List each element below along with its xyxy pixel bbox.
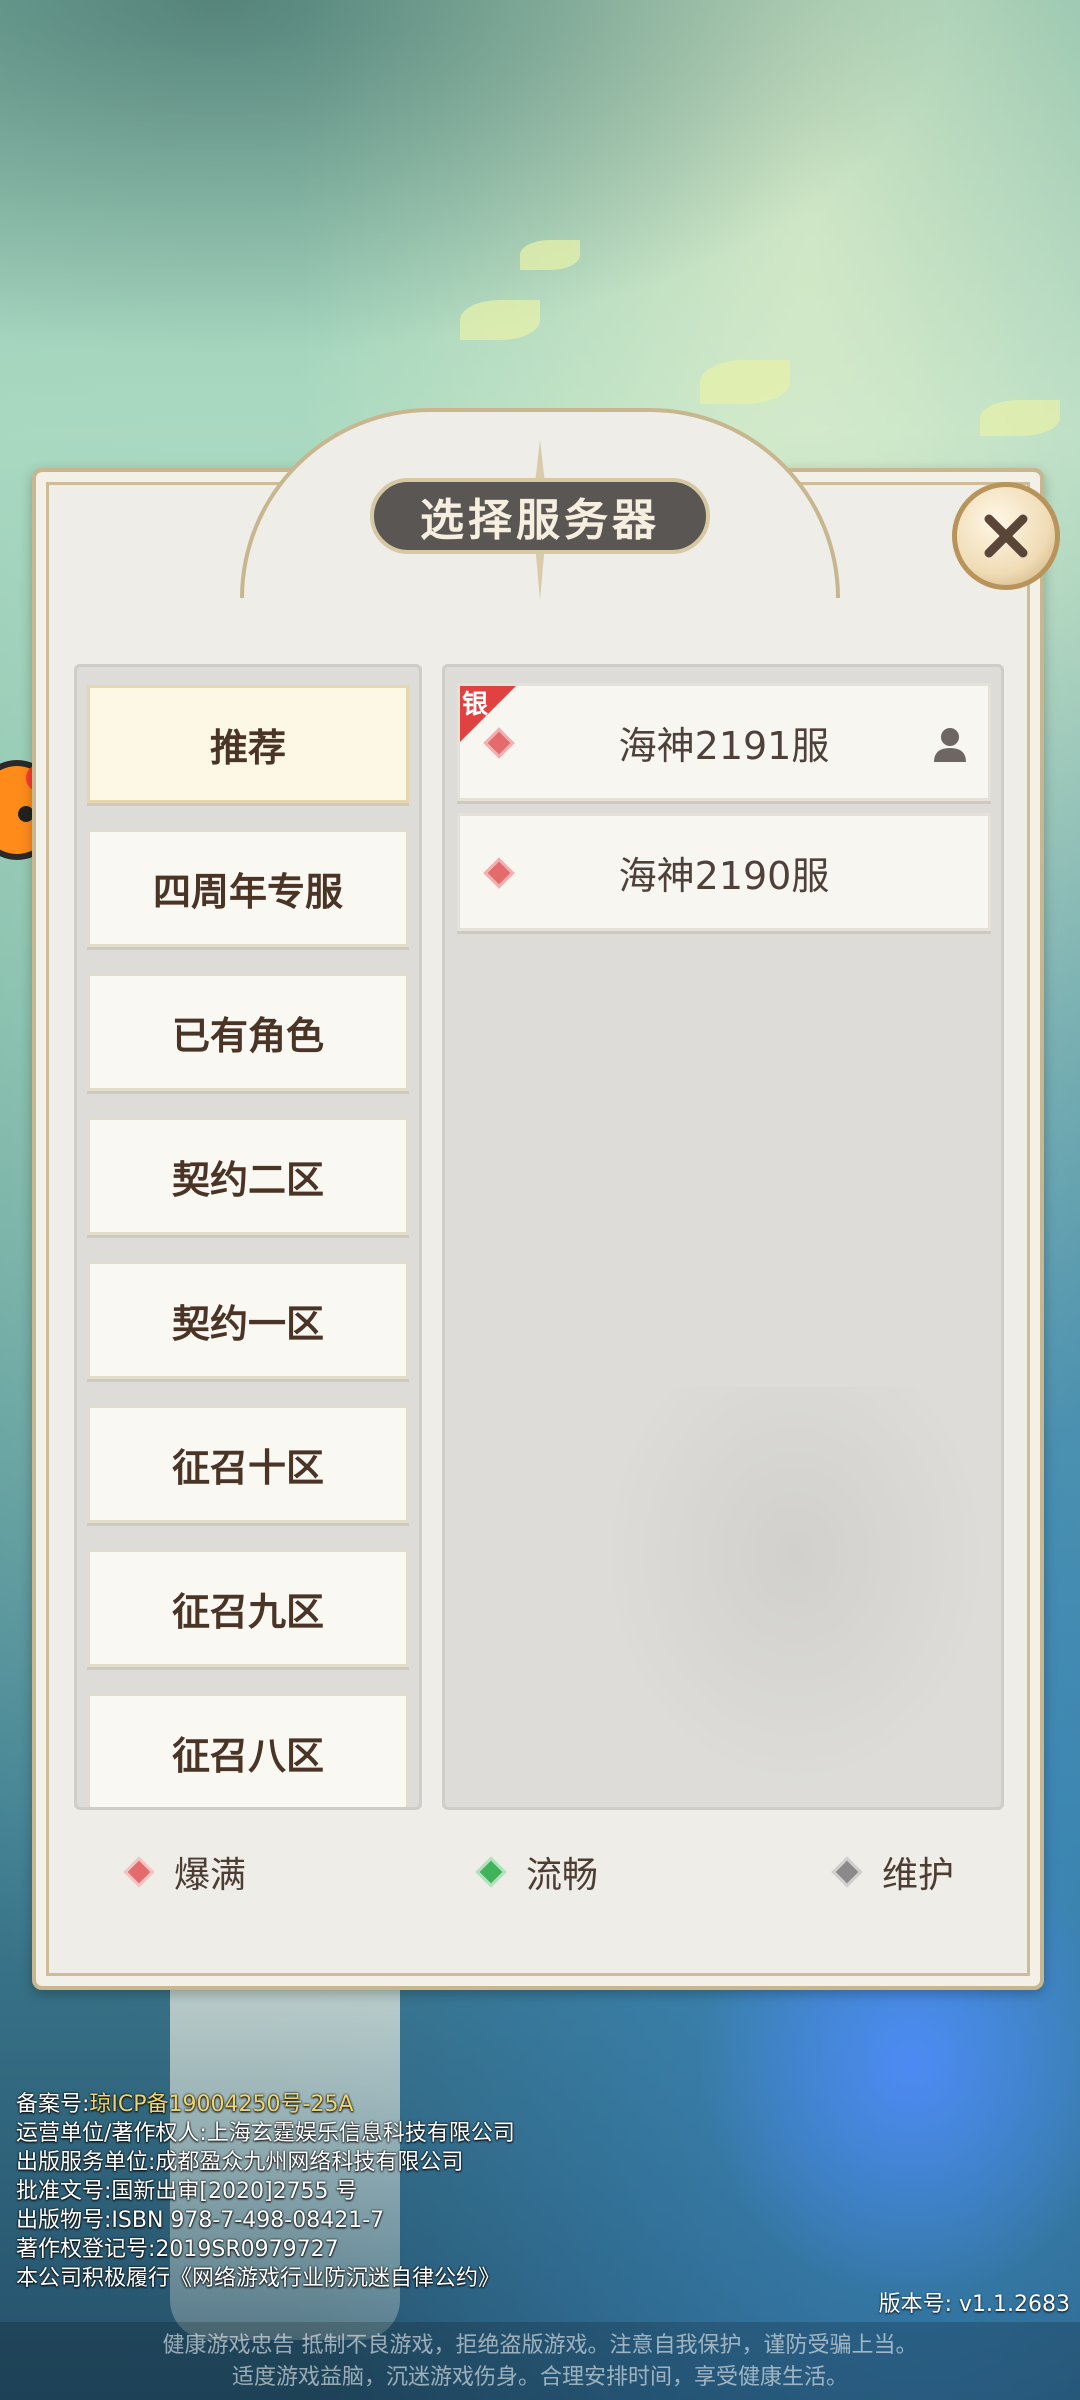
legend-smooth: 流畅 <box>475 1846 599 1898</box>
full-diamond-icon <box>123 1856 155 1888</box>
legend-smooth-label: 流畅 <box>526 1855 599 1896</box>
close-icon <box>984 514 1028 558</box>
silver-tag-label: 银 <box>462 690 489 720</box>
legend-full: 爆满 <box>123 1846 247 1898</box>
category-tab-contract-2[interactable]: 契约二区 <box>87 1117 409 1235</box>
license-line: 本公司积极履行《网络游戏行业防沉迷自律公约》 <box>16 2266 501 2291</box>
server-name: 海神2191服 <box>618 723 830 768</box>
category-tab-recruit-8[interactable]: 征召八区 <box>87 1693 409 1807</box>
category-list[interactable]: 推荐 四周年专服 已有角色 契约二区 契约一区 征召十区 征召九区 征召八区 <box>74 664 422 1810</box>
maintain-diamond-icon <box>831 1856 863 1888</box>
background-trees <box>0 0 1080 420</box>
dialog-title: 选择服务器 <box>370 478 710 554</box>
legend-full-label: 爆满 <box>174 1855 247 1896</box>
status-full-icon <box>483 857 515 889</box>
health-line: 适度游戏益脑，沉迷游戏伤身。合理安排时间，享受健康生活。 <box>231 2365 848 2390</box>
license-line: 批准文号:国新出审[2020]2755 号 <box>16 2179 358 2204</box>
category-tab-recommended[interactable]: 推荐 <box>87 685 409 803</box>
license-line: 著作权登记号:2019SR0979727 <box>16 2237 339 2262</box>
server-item[interactable]: 海神2190服 <box>457 813 991 931</box>
category-tab-existing-roles[interactable]: 已有角色 <box>87 973 409 1091</box>
record-number: 备案号:琼ICP备19004250号-25A <box>16 2092 354 2117</box>
license-line: 出版服务单位:成都盈众九州网络科技有限公司 <box>16 2150 464 2175</box>
health-advisory: 健康游戏忠告 抵制不良游戏，拒绝盗版游戏。注意自我保护，谨防受骗上当。 适度游戏… <box>0 2322 1080 2400</box>
version-number: 版本号: v1.1.2683 <box>878 2292 1070 2317</box>
server-name: 海神2190服 <box>618 853 830 898</box>
server-item[interactable]: 银 海神2191服 <box>457 683 991 801</box>
license-line: 运营单位/著作权人:上海玄霆娱乐信息科技有限公司 <box>16 2121 515 2146</box>
category-tab-recruit-9[interactable]: 征召九区 <box>87 1549 409 1667</box>
category-tab-contract-1[interactable]: 契约一区 <box>87 1261 409 1379</box>
background-leaf <box>980 400 1060 436</box>
health-line: 健康游戏忠告 抵制不良游戏，拒绝盗版游戏。注意自我保护，谨防受骗上当。 <box>162 2333 918 2358</box>
background-leaf <box>700 360 790 404</box>
server-list[interactable]: 银 海神2191服 海神2190服 <box>442 664 1004 1810</box>
close-button[interactable] <box>952 482 1060 590</box>
background-leaf <box>520 240 580 270</box>
watermark-illustration <box>585 1387 1001 1807</box>
category-tab-recruit-10[interactable]: 征召十区 <box>87 1405 409 1523</box>
legend-maintain-label: 维护 <box>882 1855 955 1896</box>
smooth-diamond-icon <box>475 1856 507 1888</box>
license-info: 备案号:琼ICP备19004250号-25A 运营单位/著作权人:上海玄霆娱乐信… <box>16 2090 515 2293</box>
user-role-icon <box>934 728 966 762</box>
license-line: 出版物号:ISBN 978-7-498-08421-7 <box>16 2208 385 2233</box>
background-leaf <box>460 300 540 340</box>
legend-maintain: 维护 <box>831 1846 955 1898</box>
category-tab-anniversary[interactable]: 四周年专服 <box>87 829 409 947</box>
